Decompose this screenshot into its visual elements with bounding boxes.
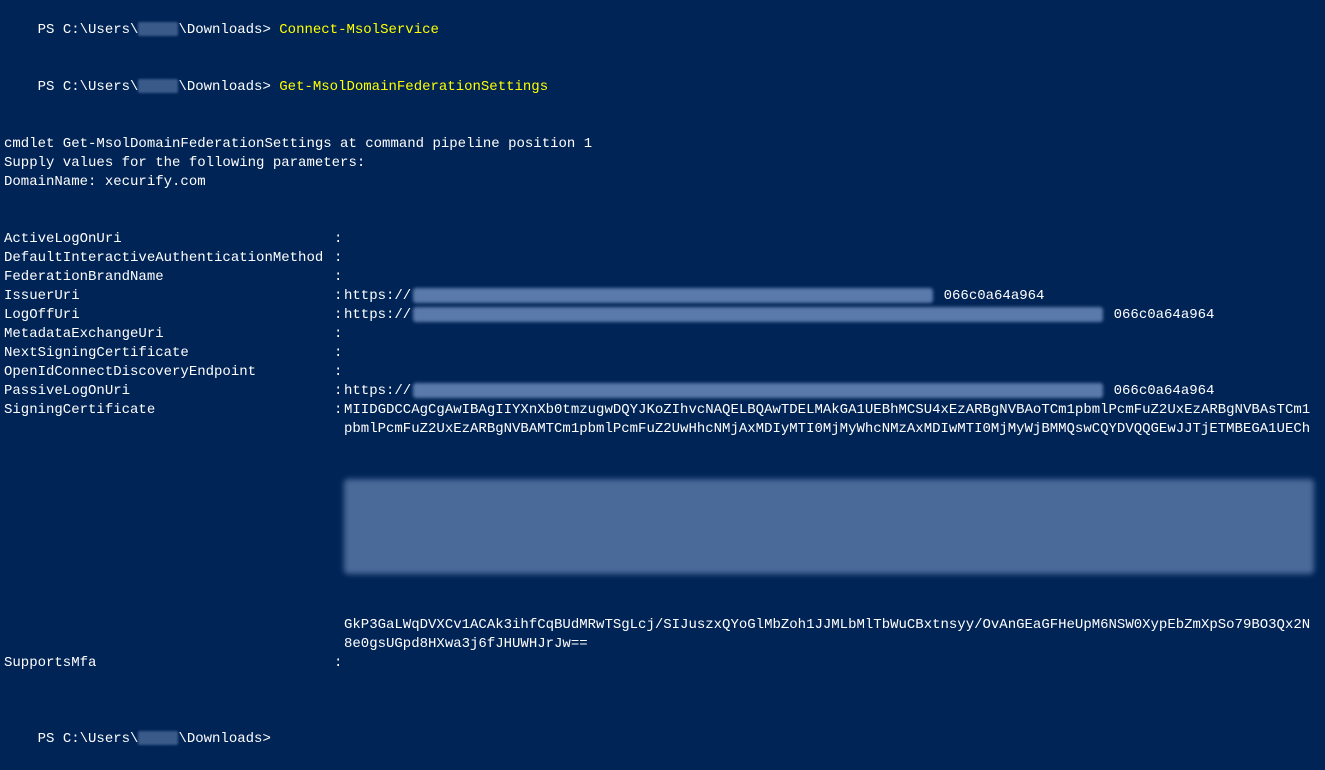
redacted-username (138, 731, 178, 745)
signing-cert-redacted-block (4, 439, 1321, 616)
blank-line (4, 116, 1321, 135)
kv-supports-mfa: SupportsMfa: (4, 654, 1321, 673)
kv-federation-brand-name: FederationBrandName: (4, 268, 1321, 287)
prompt-suffix: \Downloads> (178, 22, 270, 38)
redacted-cert-body (344, 479, 1314, 574)
redacted-username (138, 79, 178, 93)
kv-metadata-exchange-uri: MetadataExchangeUri: (4, 325, 1321, 344)
blank-line (4, 211, 1321, 230)
kv-next-signing-cert: NextSigningCertificate: (4, 344, 1321, 363)
prompt-suffix: \Downloads> (178, 731, 270, 747)
kv-passive-logon-uri: PassiveLogOnUri:https:// 066c0a64a964 (4, 382, 1321, 401)
cmdlet-position-line: cmdlet Get-MsolDomainFederationSettings … (4, 135, 1321, 154)
kv-oidc-discovery: OpenIdConnectDiscoveryEndpoint: (4, 363, 1321, 382)
blank-line (4, 673, 1321, 692)
kv-active-logon-uri: ActiveLogOnUri: (4, 230, 1321, 249)
signing-cert-line2: pbmlPcmFuZ2UxEzARBgNVBAMTCm1pbmlPcmFuZ2U… (4, 420, 1321, 439)
prompt-prefix: PS C:\Users\ (38, 79, 139, 95)
kv-logoff-uri: LogOffUri:https:// 066c0a64a964 (4, 306, 1321, 325)
prompt-line-1: PS C:\Users\ \Downloads> Connect-MsolServ… (4, 2, 1321, 59)
domain-name-line: DomainName: xecurify.com (4, 173, 1321, 192)
prompt-prefix: PS C:\Users\ (38, 22, 139, 38)
prompt-prefix: PS C:\Users\ (38, 731, 139, 747)
redacted-url-segment (413, 383, 1103, 398)
redacted-username (138, 22, 178, 36)
supply-values-line: Supply values for the following paramete… (4, 154, 1321, 173)
kv-signing-cert: SigningCertificate:MIIDGDCCAgCgAwIBAgIIY… (4, 401, 1321, 420)
redacted-url-segment (413, 288, 933, 303)
command-2: Get-MsolDomainFederationSettings (279, 79, 548, 95)
prompt-suffix: \Downloads> (178, 79, 270, 95)
prompt-line-2: PS C:\Users\ \Downloads> Get-MsolDomainFe… (4, 59, 1321, 116)
kv-default-auth-method: DefaultInteractiveAuthenticationMethod: (4, 249, 1321, 268)
blank-line (4, 192, 1321, 211)
command-1: Connect-MsolService (279, 22, 439, 38)
blank-line (4, 692, 1321, 711)
redacted-url-segment (413, 307, 1103, 322)
signing-cert-tail2: 8e0gsUGpd8HXwa3j6fJHUWHJrJw== (4, 635, 1321, 654)
kv-issuer-uri: IssuerUri:https:// 066c0a64a964 (4, 287, 1321, 306)
prompt-line-3[interactable]: PS C:\Users\ \Downloads> (4, 711, 1321, 768)
signing-cert-tail1: GkP3GaLWqDVXCv1ACAk3ihfCqBUdMRwTSgLcj/SI… (4, 616, 1321, 635)
powershell-terminal[interactable]: PS C:\Users\ \Downloads> Connect-MsolServ… (0, 0, 1325, 770)
